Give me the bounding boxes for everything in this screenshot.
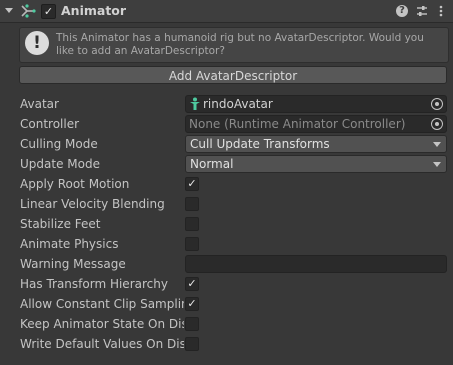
chevron-down-icon xyxy=(433,142,441,147)
chevron-down-icon xyxy=(433,162,441,167)
avatar-row: Avatar rindoAvatar xyxy=(0,94,453,114)
write-default-values-checkbox[interactable] xyxy=(185,337,199,351)
controller-field[interactable]: None (Runtime Animator Controller) xyxy=(185,115,447,133)
warning-icon: ! xyxy=(25,31,49,55)
help-button[interactable]: ? xyxy=(395,4,409,18)
component-enabled-toggle[interactable]: ✓ xyxy=(41,4,56,19)
controller-label: Controller xyxy=(20,117,80,131)
avatar-value: rindoAvatar xyxy=(203,97,273,111)
warning-message-field[interactable] xyxy=(185,255,447,273)
controller-value: None (Runtime Animator Controller) xyxy=(189,117,406,131)
culling-mode-dropdown[interactable]: Cull Update Transforms xyxy=(185,135,447,153)
avatar-label: Avatar xyxy=(20,97,59,111)
linear-velocity-blending-label: Linear Velocity Blending xyxy=(20,197,165,211)
update-mode-dropdown[interactable]: Normal xyxy=(185,155,447,173)
allow-constant-clip-sampling-row: Allow Constant Clip Sampling ✓ xyxy=(0,294,453,314)
object-picker-icon[interactable] xyxy=(431,118,443,130)
animate-physics-row: Animate Physics xyxy=(0,234,453,254)
avatar-field[interactable]: rindoAvatar xyxy=(185,95,447,113)
has-transform-hierarchy-checkbox[interactable]: ✓ xyxy=(185,277,199,291)
controller-row: Controller None (Runtime Animator Contro… xyxy=(0,114,453,134)
has-transform-hierarchy-label: Has Transform Hierarchy xyxy=(20,277,168,291)
component-title: Animator xyxy=(61,3,127,18)
animator-component-icon xyxy=(21,4,36,18)
warning-message-row: Warning Message xyxy=(0,254,453,274)
apply-root-motion-row: Apply Root Motion ✓ xyxy=(0,174,453,194)
animate-physics-checkbox[interactable] xyxy=(185,237,199,251)
linear-velocity-blending-row: Linear Velocity Blending xyxy=(0,194,453,214)
help-message: This Animator has a humanoid rig but no … xyxy=(56,32,424,57)
stabilize-feet-checkbox[interactable] xyxy=(185,217,199,231)
help-box: ! This Animator has a humanoid rig but n… xyxy=(19,27,449,63)
menu-icon[interactable] xyxy=(437,4,445,18)
linear-velocity-blending-checkbox[interactable] xyxy=(185,197,199,211)
apply-root-motion-checkbox[interactable]: ✓ xyxy=(185,177,199,191)
help-icon: ? xyxy=(396,5,408,17)
stabilize-feet-label: Stabilize Feet xyxy=(20,217,101,231)
allow-constant-clip-sampling-label: Allow Constant Clip Sampling xyxy=(20,297,184,311)
update-mode-value: Normal xyxy=(190,157,234,171)
write-default-values-label: Write Default Values On Disal xyxy=(20,337,184,351)
has-transform-hierarchy-row: Has Transform Hierarchy ✓ xyxy=(0,274,453,294)
keep-animator-state-checkbox[interactable] xyxy=(185,317,199,331)
culling-mode-row: Culling Mode Cull Update Transforms xyxy=(0,134,453,154)
animate-physics-label: Animate Physics xyxy=(20,237,119,251)
presets-icon[interactable] xyxy=(415,4,429,18)
avatar-icon xyxy=(190,97,200,110)
write-default-values-row: Write Default Values On Disal xyxy=(0,334,453,354)
add-avatar-descriptor-button[interactable]: Add AvatarDescriptor xyxy=(19,66,447,84)
object-picker-icon[interactable] xyxy=(431,98,443,110)
keep-animator-state-row: Keep Animator State On Disa xyxy=(0,314,453,334)
allow-constant-clip-sampling-checkbox[interactable]: ✓ xyxy=(185,297,199,311)
culling-mode-value: Cull Update Transforms xyxy=(190,137,330,151)
warning-message-label: Warning Message xyxy=(20,257,126,271)
culling-mode-label: Culling Mode xyxy=(20,137,98,151)
keep-animator-state-label: Keep Animator State On Disa xyxy=(20,317,184,331)
stabilize-feet-row: Stabilize Feet xyxy=(0,214,453,234)
apply-root-motion-label: Apply Root Motion xyxy=(20,177,130,191)
fold-arrow-icon[interactable] xyxy=(5,8,13,13)
update-mode-label: Update Mode xyxy=(20,157,100,171)
update-mode-row: Update Mode Normal xyxy=(0,154,453,174)
component-header[interactable]: ✓ Animator ? xyxy=(0,0,453,23)
